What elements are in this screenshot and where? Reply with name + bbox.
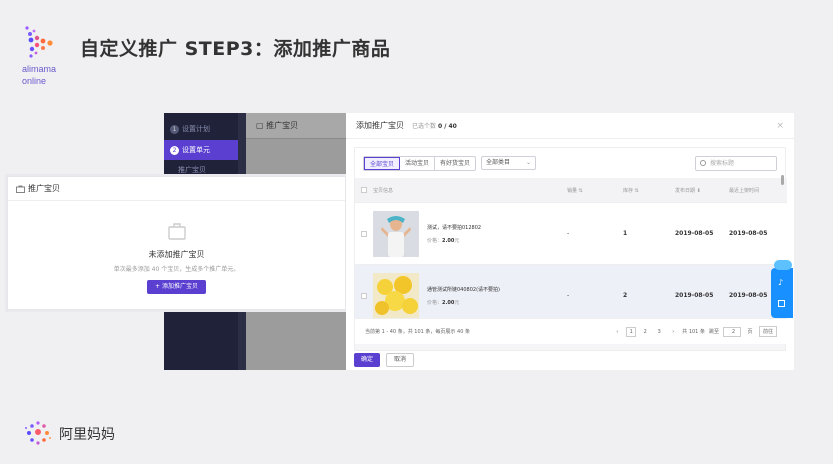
modal-footer: 确定 取消 — [354, 353, 415, 367]
tab-activity-products[interactable]: 活动宝贝 — [400, 156, 436, 170]
product-info: 测试，请不要拍012802 价格：2.00元 — [369, 210, 567, 257]
price-unit: 元 — [454, 237, 460, 244]
page-1-button[interactable]: 1 — [626, 326, 637, 337]
logo-text-line2: online — [22, 76, 47, 86]
prev-page-button[interactable]: ‹ — [612, 329, 622, 335]
tab-all-products[interactable]: 全部宝贝 — [364, 156, 401, 170]
filter-toolbar: 全部宝贝 活动宝贝 有好货宝贝 全部类目 ⌄ 搜索标题 — [355, 148, 785, 178]
goto-label: 跳至 — [708, 329, 719, 335]
col-sales[interactable]: 销量 ⇅ — [567, 187, 623, 194]
nav-item-unit[interactable]: 2 设置单元 — [164, 140, 238, 160]
pagination-summary: 当前第 1 - 40 条，共 101 条，每页展示 40 条 — [365, 329, 470, 335]
modal-title: 添加推广宝贝 — [356, 121, 404, 130]
row-checkbox[interactable] — [361, 292, 367, 299]
pagination-total: 共 101 条 — [682, 329, 705, 335]
page-unit: 页 — [747, 329, 753, 335]
pagination: 当前第 1 - 40 条，共 101 条，每页展示 40 条 ‹ 1 2 3 ›… — [355, 318, 787, 344]
goto-page-button[interactable]: 前往 — [758, 326, 777, 337]
selected-count: 已选个数 0 / 40 — [412, 121, 457, 130]
price-label: 价格： — [427, 299, 443, 306]
add-products-modal: 添加推广宝贝 已选个数 0 / 40 × 全部宝贝 活动宝贝 有好货宝贝 全部类… — [346, 113, 794, 370]
empty-bag-icon — [167, 223, 186, 240]
search-input[interactable]: 搜索标题 — [695, 155, 777, 171]
alimama-logo: alimama online — [22, 24, 66, 86]
admin-panel-title: ▢ 推广宝贝 — [246, 113, 346, 139]
empty-card-header: 推广宝贝 — [8, 177, 345, 201]
cancel-button[interactable]: 取消 — [386, 353, 415, 367]
price-value: 2.00 — [442, 299, 455, 306]
product-thumbnail — [373, 210, 419, 257]
col-listed-time: 最近上架时间 — [729, 187, 760, 194]
page-3-button[interactable]: 3 — [654, 329, 664, 335]
pagination-controls: ‹ 1 2 3 › 共 101 条 跳至 2 页 前往 — [612, 326, 777, 337]
cell-stock: 1 — [623, 230, 628, 237]
cell-publish-date: 2019-08-05 — [675, 230, 714, 237]
nav-item-label: 设置单元 — [182, 146, 210, 154]
goto-page-input[interactable]: 2 — [722, 326, 741, 337]
alimama-brand-icon — [25, 421, 51, 445]
confirm-button[interactable]: 确定 — [354, 353, 381, 367]
nav-item-plan[interactable]: 1 设置计划 — [164, 119, 238, 139]
bag-icon: ▢ — [256, 121, 264, 130]
tab-good-products[interactable]: 有好货宝贝 — [435, 157, 475, 170]
table-header: 宝贝信息 销量 ⇅ 库存 ⇅ 发布日期 ⬇ 最近上架时间 — [355, 178, 787, 202]
nav-item-label: 设置计划 — [182, 125, 210, 133]
logo-text-line1: alimama — [22, 64, 57, 74]
product-table: 宝贝信息 销量 ⇅ 库存 ⇅ 发布日期 ⬇ 最近上架时间 测试，请不要拍0128… — [355, 178, 787, 326]
next-page-button[interactable]: › — [668, 329, 678, 335]
product-name: 通管测试所链040802(请不要拍) — [427, 286, 500, 293]
table-row[interactable]: 测试，请不要拍012802 价格：2.00元 - 1 2019-08-05 20… — [355, 202, 787, 264]
category-select[interactable]: 全部类目 ⌄ — [481, 156, 537, 170]
price-unit: 元 — [454, 299, 460, 306]
bag-icon — [16, 185, 25, 193]
close-icon[interactable]: × — [776, 121, 784, 131]
product-price: 价格：2.00元 — [427, 299, 500, 306]
empty-desc: 单次最多添加 40 个宝贝，生成多个推广单元。 — [113, 266, 240, 273]
step-badge: 2 — [170, 146, 179, 155]
assistant-cloud-icon[interactable] — [774, 260, 792, 270]
product-type-tabs: 全部宝贝 活动宝贝 有好货宝贝 — [363, 155, 477, 171]
selected-value: 0 / 40 — [437, 123, 457, 130]
product-info: 通管测试所链040802(请不要拍) 价格：2.00元 — [369, 272, 567, 319]
col-stock[interactable]: 库存 ⇅ — [623, 187, 675, 194]
step-badge: 1 — [170, 125, 179, 134]
nav-item-label: 推广宝贝 — [178, 166, 206, 174]
search-icon — [700, 159, 706, 166]
table-row[interactable]: 通管测试所链040802(请不要拍) 价格：2.00元 - 2 2019-08-… — [355, 264, 787, 326]
select-all-checkbox[interactable] — [361, 187, 367, 193]
empty-card-header-text: 推广宝贝 — [28, 183, 60, 193]
bell-icon[interactable]: ♪ — [778, 278, 783, 287]
empty-title: 未添加推广宝贝 — [148, 250, 205, 259]
page-2-button[interactable]: 2 — [640, 329, 650, 335]
col-publish-date[interactable]: 发布日期 ⬇ — [675, 187, 729, 194]
floating-tool-panel[interactable]: ♪ — [771, 260, 793, 318]
search-placeholder: 搜索标题 — [710, 159, 735, 167]
modal-header: 添加推广宝贝 已选个数 0 / 40 — [346, 113, 794, 139]
add-product-button[interactable]: + 添加推广宝贝 — [147, 280, 206, 294]
slide-title: 自定义推广 STEP3：添加推广商品 — [80, 38, 391, 60]
cell-sales: - — [567, 292, 570, 299]
cell-stock: 2 — [623, 292, 628, 299]
empty-products-card: 推广宝贝 未添加推广宝贝 单次最多添加 40 个宝贝，生成多个推广单元。 + 添… — [7, 176, 346, 310]
admin-panel-title-text: 推广宝贝 — [266, 121, 299, 130]
product-name: 测试，请不要拍012802 — [427, 224, 482, 231]
product-thumbnail — [373, 272, 419, 319]
chevron-down-icon: ⌄ — [526, 159, 532, 166]
price-label: 价格： — [427, 237, 443, 244]
row-checkbox[interactable] — [361, 230, 367, 237]
footer-brand-text: 阿里妈妈 — [59, 427, 115, 443]
feedback-icon[interactable] — [778, 300, 785, 307]
alimama-play-icon — [25, 26, 53, 58]
empty-state: 未添加推广宝贝 单次最多添加 40 个宝贝，生成多个推广单元。 + 添加推广宝贝 — [8, 201, 345, 294]
col-product-info: 宝贝信息 — [373, 187, 394, 194]
category-select-value: 全部类目 — [486, 159, 511, 166]
cell-sales: - — [567, 230, 570, 237]
cell-listed-time: 2019-08-05 — [729, 230, 768, 237]
table-scrollbar[interactable] — [781, 175, 784, 185]
price-value: 2.00 — [442, 237, 455, 244]
selected-label: 已选个数 — [412, 123, 437, 130]
modal-body: 全部宝贝 活动宝贝 有好货宝贝 全部类目 ⌄ 搜索标题 宝贝信息 销量 ⇅ 库存… — [354, 147, 787, 351]
product-price: 价格：2.00元 — [427, 237, 481, 244]
cell-publish-date: 2019-08-05 — [675, 292, 714, 299]
